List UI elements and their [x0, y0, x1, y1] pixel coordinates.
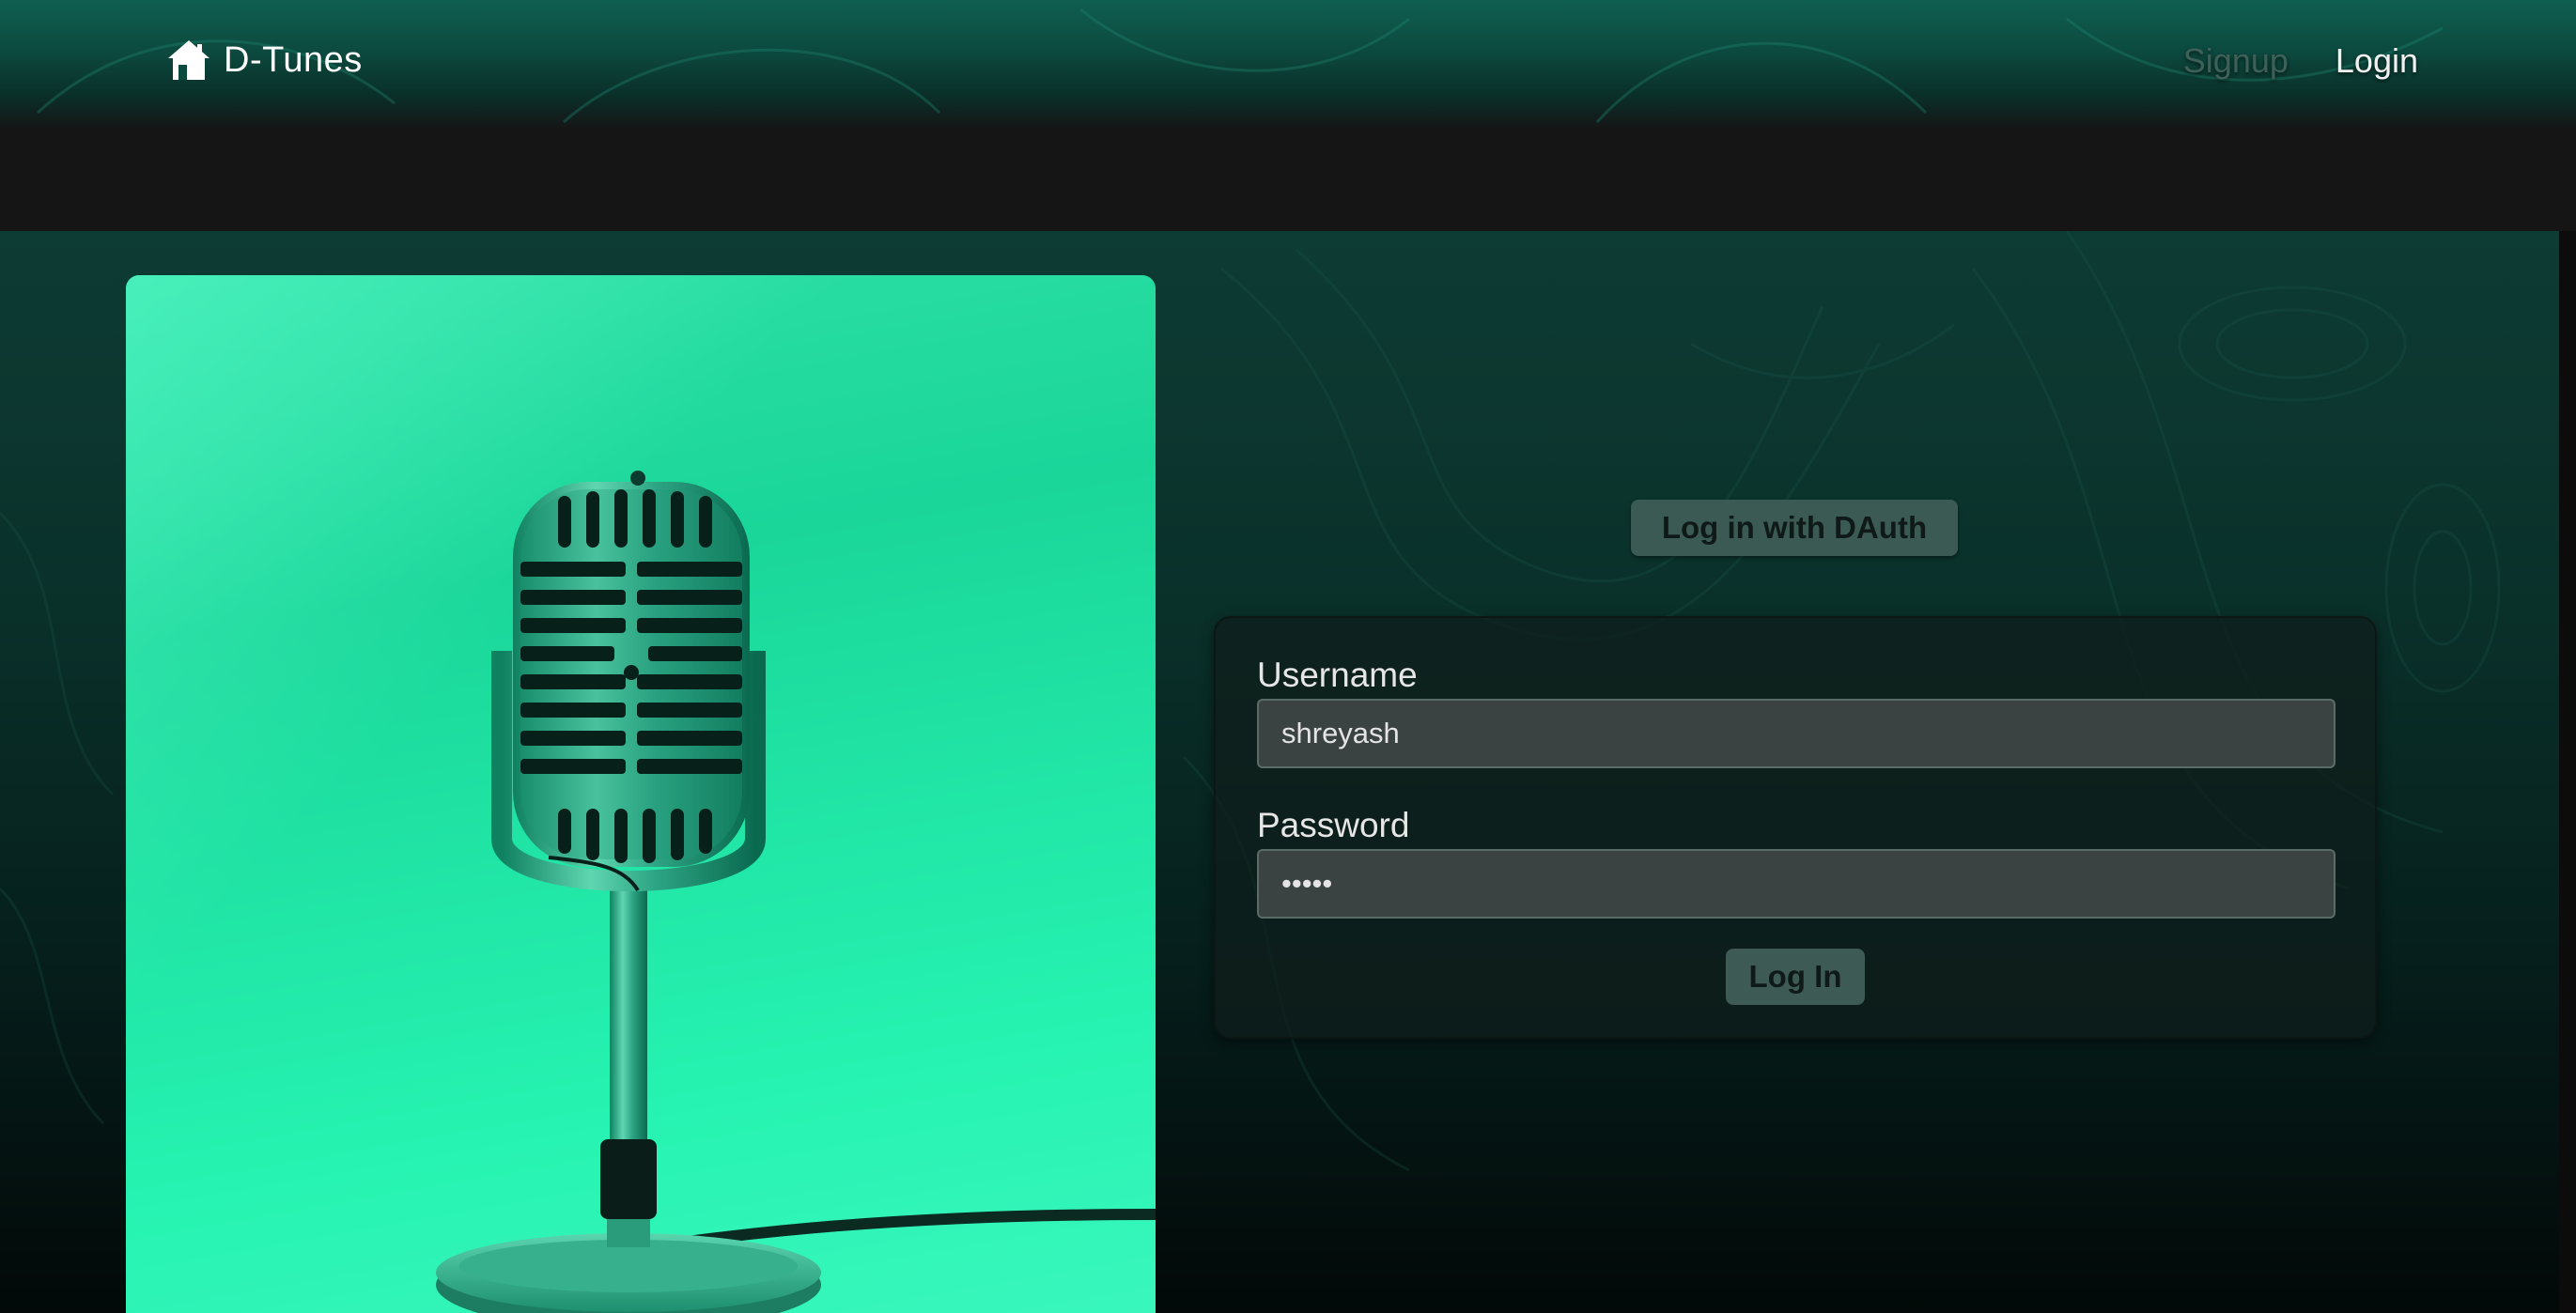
login-link[interactable]: Login: [2335, 41, 2418, 81]
microphone-image: [126, 275, 1156, 1313]
signup-link[interactable]: Signup: [2183, 41, 2289, 81]
login-form: Username Password Log In: [1214, 616, 2377, 1039]
home-icon: [168, 40, 209, 80]
dauth-login-button[interactable]: Log in with DAuth: [1631, 500, 1958, 556]
brand-link[interactable]: D-Tunes: [165, 34, 363, 86]
nav-links: Signup Login: [2183, 41, 2418, 81]
brand-name: D-Tunes: [224, 39, 363, 80]
page: D-Tunes Signup Login Log in with DAuth U…: [0, 0, 2576, 1313]
username-label: Username: [1257, 656, 1418, 694]
username-input[interactable]: [1257, 699, 2335, 768]
password-label: Password: [1257, 806, 1410, 844]
navbar: D-Tunes Signup Login: [0, 0, 2576, 128]
login-submit-button[interactable]: Log In: [1726, 949, 1865, 1005]
main-content: Log in with DAuth Username Password Log …: [0, 231, 2559, 1313]
microphone-illustration: [126, 275, 1156, 1313]
password-input[interactable]: [1257, 849, 2335, 919]
scrollbar-track[interactable]: [2559, 231, 2576, 1313]
header-strip: [0, 128, 2576, 231]
